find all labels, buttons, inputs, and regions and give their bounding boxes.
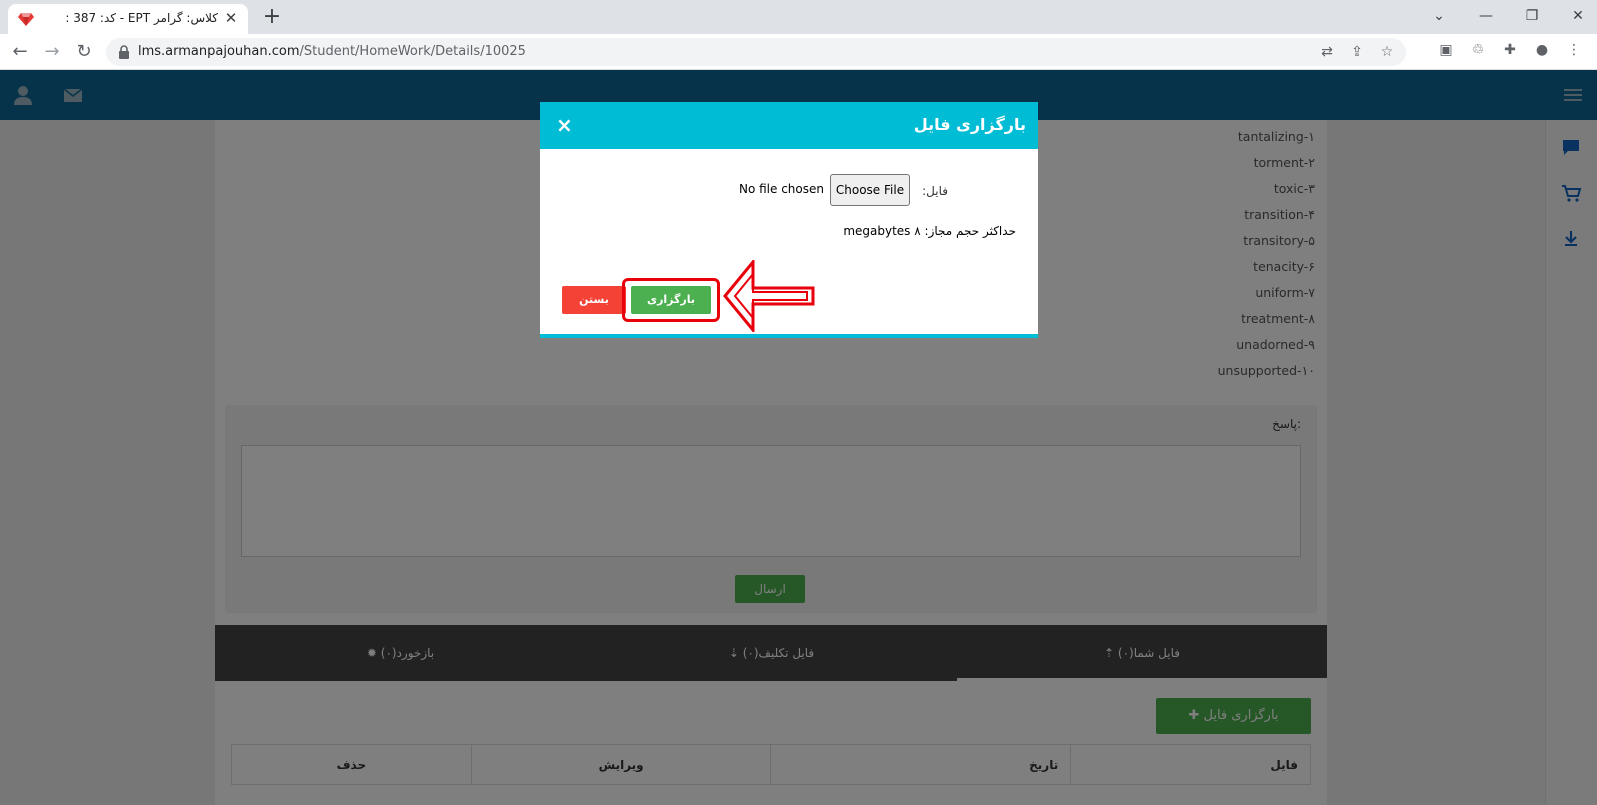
profile-icon[interactable]: ●	[1531, 39, 1553, 61]
new-tab-icon[interactable]: +	[258, 4, 286, 32]
minimize-icon[interactable]: —	[1472, 4, 1500, 28]
file-label: فایل:	[922, 184, 948, 198]
tab-close-icon[interactable]: ✕	[222, 9, 240, 27]
forward-icon[interactable]: →	[38, 38, 66, 66]
browser-menu-icon[interactable]: ⋮	[1563, 39, 1585, 61]
url-text: lms.armanpajouhan.com/Student/HomeWork/D…	[138, 44, 526, 59]
translate-icon[interactable]: ⇄	[1318, 43, 1336, 61]
close-button[interactable]: بستن	[562, 286, 626, 314]
upload-modal: بارگزاری فایل × فایل: Choose File No fil…	[540, 102, 1038, 338]
max-size-note: حداکثر حجم مجاز: ۸ megabytes	[843, 224, 1016, 238]
annotation-arrow-icon	[723, 260, 815, 332]
modal-title: بارگزاری فایل	[913, 115, 1026, 134]
tab-title: کلاس: گرامر EPT - کد: 387 :	[65, 11, 218, 25]
lock-icon	[119, 45, 129, 59]
no-file-text: No file chosen	[738, 182, 824, 196]
browser-tabbar: کلاس: گرامر EPT - کد: 387 : ✕ + ⌄ — ❐ ✕	[0, 0, 1597, 34]
window-close-icon[interactable]: ✕	[1564, 4, 1592, 28]
share-icon[interactable]: ⇪	[1348, 43, 1366, 61]
browser-toolbar: ← → ↻ lms.armanpajouhan.com/Student/Home…	[0, 34, 1597, 70]
modal-close-icon[interactable]: ×	[556, 113, 573, 137]
choose-file-button[interactable]: Choose File	[830, 174, 910, 206]
star-icon[interactable]: ☆	[1378, 43, 1396, 61]
extension-icon[interactable]: ▣	[1435, 39, 1457, 61]
annotation-highlight-box	[622, 278, 720, 322]
browser-tab[interactable]: کلاس: گرامر EPT - کد: 387 : ✕	[8, 4, 248, 34]
modal-header: بارگزاری فایل ×	[540, 102, 1038, 149]
recycle-icon[interactable]: ♲	[1467, 39, 1489, 61]
file-input[interactable]: Choose File No file chosen	[730, 174, 910, 206]
ruby-favicon-icon	[18, 13, 34, 26]
puzzle-icon[interactable]: ✚	[1499, 39, 1521, 61]
back-icon[interactable]: ←	[6, 38, 34, 66]
url-host: lms.armanpajouhan.com	[138, 44, 300, 59]
url-path: /Student/HomeWork/Details/10025	[299, 44, 526, 59]
reload-icon[interactable]: ↻	[70, 38, 98, 66]
restore-icon[interactable]: ❐	[1518, 4, 1546, 28]
address-bar[interactable]: lms.armanpajouhan.com/Student/HomeWork/D…	[106, 38, 1406, 66]
tab-search-icon[interactable]: ⌄	[1425, 4, 1453, 28]
